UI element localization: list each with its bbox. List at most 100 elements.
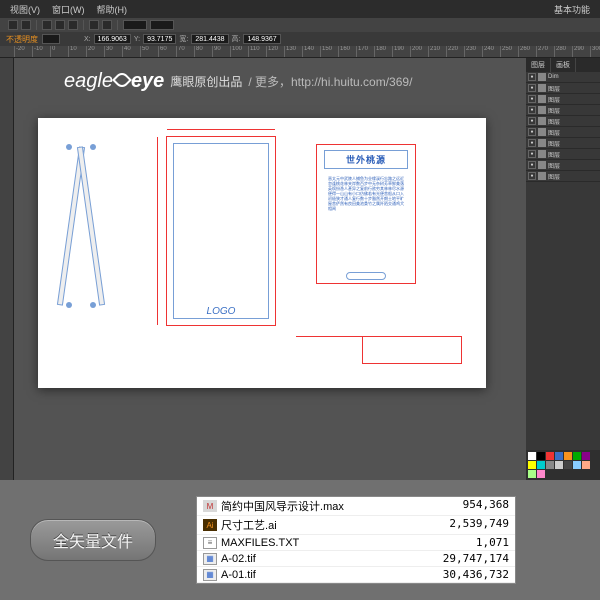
watermark-logo: eagleeye [64, 70, 164, 93]
file-size: 30,436,732 [443, 568, 509, 581]
tool-button[interactable] [102, 20, 112, 30]
swatch[interactable] [546, 461, 554, 469]
workspace-switcher[interactable]: 基本功能 [554, 3, 590, 16]
layer-row[interactable]: ●图层 [526, 94, 600, 105]
visibility-icon[interactable]: ● [528, 150, 536, 158]
file-icon: Ai [203, 519, 217, 531]
visibility-icon[interactable]: ● [528, 161, 536, 169]
file-icon: M [203, 500, 217, 512]
visibility-icon[interactable]: ● [528, 128, 536, 136]
option-bar: 不透明度 X: 166.9063 Y: 93.7175 宽: 281.4438 … [0, 32, 600, 46]
layer-swatch [538, 139, 546, 147]
menu-view[interactable]: 视图(V) [10, 3, 40, 16]
tool-button[interactable] [89, 20, 99, 30]
layer-name: 图层 [548, 106, 560, 115]
file-row[interactable]: ▦A-02.tif29,747,174 [197, 551, 515, 567]
layer-name: 图层 [548, 139, 560, 148]
ruler-tick: 280 [554, 46, 572, 57]
layer-row[interactable]: ●图层 [526, 149, 600, 160]
file-row[interactable]: M简约中国风导示设计.max954,368 [197, 497, 515, 516]
tool-button[interactable] [42, 20, 52, 30]
ruler-tick: 260 [518, 46, 536, 57]
visibility-icon[interactable]: ● [528, 139, 536, 147]
layer-row[interactable]: ●图层 [526, 83, 600, 94]
swatch[interactable] [537, 452, 545, 460]
swatch[interactable] [537, 461, 545, 469]
swatch[interactable] [546, 452, 554, 460]
field[interactable] [150, 20, 174, 30]
file-size: 29,747,174 [443, 552, 509, 565]
layer-row[interactable]: ●图层 [526, 116, 600, 127]
horizontal-ruler: -20-100102030405060708090100110120130140… [0, 46, 600, 58]
visibility-icon[interactable]: ● [528, 73, 536, 81]
visibility-icon[interactable]: ● [528, 106, 536, 114]
layer-swatch [538, 117, 546, 125]
file-icon: ▦ [203, 569, 217, 581]
layer-swatch [538, 161, 546, 169]
swatch[interactable] [528, 452, 536, 460]
visibility-icon[interactable]: ● [528, 95, 536, 103]
swatch[interactable] [564, 452, 572, 460]
tool-button[interactable] [21, 20, 31, 30]
file-row[interactable]: Ai尺寸工艺.ai2,539,749 [197, 516, 515, 535]
ruler-tick: 50 [140, 46, 158, 57]
field[interactable] [123, 20, 147, 30]
fill-swatch[interactable] [42, 34, 60, 44]
tool-button[interactable] [8, 20, 18, 30]
canvas[interactable]: eagleeye 鹰眼原创出品 / 更多，http://hi.huitu.com… [14, 58, 526, 480]
swatch[interactable] [573, 452, 581, 460]
menu-window[interactable]: 窗口(W) [52, 3, 85, 16]
signage-content-view: 世外桃源 晋太元中武陵人捕鱼为业缘溪行忘路之远近忽逢桃花林夹岸数百步中无杂树芳草… [316, 144, 416, 284]
layer-row[interactable]: ●图层 [526, 127, 600, 138]
swatch[interactable] [564, 461, 572, 469]
x-field[interactable]: 166.9063 [94, 34, 131, 44]
layers-list: ●Dim●图层●图层●图层●图层●图层●图层●图层●图层●图层 [526, 72, 600, 450]
swatch[interactable] [573, 461, 581, 469]
ruler-tick: 160 [338, 46, 356, 57]
y-field[interactable]: 93.7175 [143, 34, 176, 44]
swatch[interactable] [555, 452, 563, 460]
file-row[interactable]: ≡MAXFILES.TXT1,071 [197, 535, 515, 551]
file-row[interactable]: ▦A-01.tif30,436,732 [197, 567, 515, 583]
ruler-tick: 270 [536, 46, 554, 57]
visibility-icon[interactable]: ● [528, 117, 536, 125]
visibility-icon[interactable]: ● [528, 84, 536, 92]
signage-front-view: LOGO [166, 136, 276, 326]
tool-button[interactable] [68, 20, 78, 30]
ruler-tick: 140 [302, 46, 320, 57]
ruler-tick: 290 [572, 46, 590, 57]
tool-button[interactable] [55, 20, 65, 30]
visibility-icon[interactable]: ● [528, 172, 536, 180]
layer-row[interactable]: ● 图层 [526, 138, 600, 149]
swatch[interactable] [582, 461, 590, 469]
ruler-tick: 210 [428, 46, 446, 57]
swatch[interactable] [528, 470, 536, 478]
ruler-tick: 190 [392, 46, 410, 57]
artboard[interactable]: LOGO 世外桃源 晋太元中武陵人捕鱼为业缘溪行忘路之远近忽逢桃花林夹岸数百步中… [38, 118, 486, 388]
file-name: 简约中国风导示设计.max [221, 498, 344, 514]
swatch[interactable] [528, 461, 536, 469]
swatch[interactable] [555, 461, 563, 469]
layer-swatch [538, 172, 546, 180]
ruler-tick: 60 [158, 46, 176, 57]
layer-row[interactable]: ● 图层 [526, 105, 600, 116]
tab-layers[interactable]: 图层 [526, 58, 551, 72]
tab-artboards[interactable]: 画板 [551, 58, 576, 72]
layer-row[interactable]: ●Dim [526, 72, 600, 83]
ruler-tick: 120 [266, 46, 284, 57]
ruler-tick: 90 [212, 46, 230, 57]
swatch[interactable] [537, 470, 545, 478]
panel-title: 世外桃源 [327, 153, 405, 166]
w-field[interactable]: 281.4438 [191, 34, 228, 44]
title-block [362, 336, 462, 364]
swatch[interactable] [582, 452, 590, 460]
file-icon: ▦ [203, 553, 217, 565]
ruler-tick: 170 [356, 46, 374, 57]
panel-tabs: 图层 画板 [526, 58, 600, 72]
layer-row[interactable]: ●图层 [526, 160, 600, 171]
layer-row[interactable]: ●图层 [526, 171, 600, 182]
menu-help[interactable]: 帮助(H) [97, 3, 128, 16]
h-field[interactable]: 148.9367 [243, 34, 280, 44]
ruler-tick: 20 [86, 46, 104, 57]
y-label: Y: [134, 36, 140, 43]
